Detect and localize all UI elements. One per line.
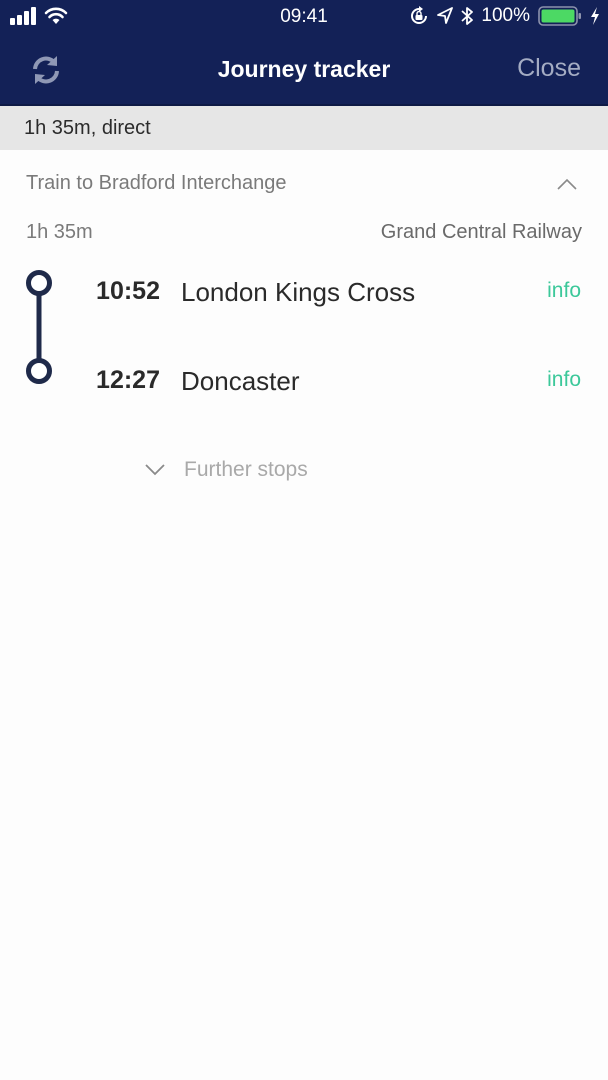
bluetooth-icon	[461, 7, 474, 25]
stop-info-link[interactable]: info	[547, 368, 581, 392]
charging-icon	[591, 7, 599, 25]
chevron-up-icon[interactable]	[556, 176, 578, 192]
app-header: 09:41 100% Journey tracker Close	[0, 0, 608, 104]
stop-row: 12:27 Doncaster info	[0, 360, 608, 400]
close-button[interactable]: Close	[517, 54, 581, 83]
further-stops-label: Further stops	[184, 458, 308, 481]
rotation-lock-icon	[411, 6, 428, 24]
chevron-down-icon	[145, 464, 165, 476]
battery-icon	[538, 6, 581, 26]
location-icon	[437, 7, 454, 24]
stop-time: 10:52	[96, 277, 160, 305]
stop-name: Doncaster	[181, 366, 300, 396]
nav-bar: Journey tracker Close	[0, 34, 608, 104]
journey-summary-bar: 1h 35m, direct	[0, 104, 608, 150]
status-bar: 09:41 100%	[0, 0, 608, 34]
further-stops-toggle[interactable]: Further stops	[144, 458, 308, 482]
journey-summary: 1h 35m, direct	[24, 117, 151, 139]
leg-title[interactable]: Train to Bradford Interchange	[26, 172, 287, 195]
stop-time: 12:27	[96, 366, 160, 394]
leg-operator: Grand Central Railway	[380, 221, 582, 243]
stop-info-link[interactable]: info	[547, 279, 581, 303]
stop-name: London Kings Cross	[181, 277, 416, 307]
leg-duration: 1h 35m	[26, 221, 93, 243]
battery-percent: 100%	[481, 5, 530, 26]
stop-row: 10:52 London Kings Cross info	[0, 271, 608, 311]
status-right: 100%	[409, 5, 600, 27]
